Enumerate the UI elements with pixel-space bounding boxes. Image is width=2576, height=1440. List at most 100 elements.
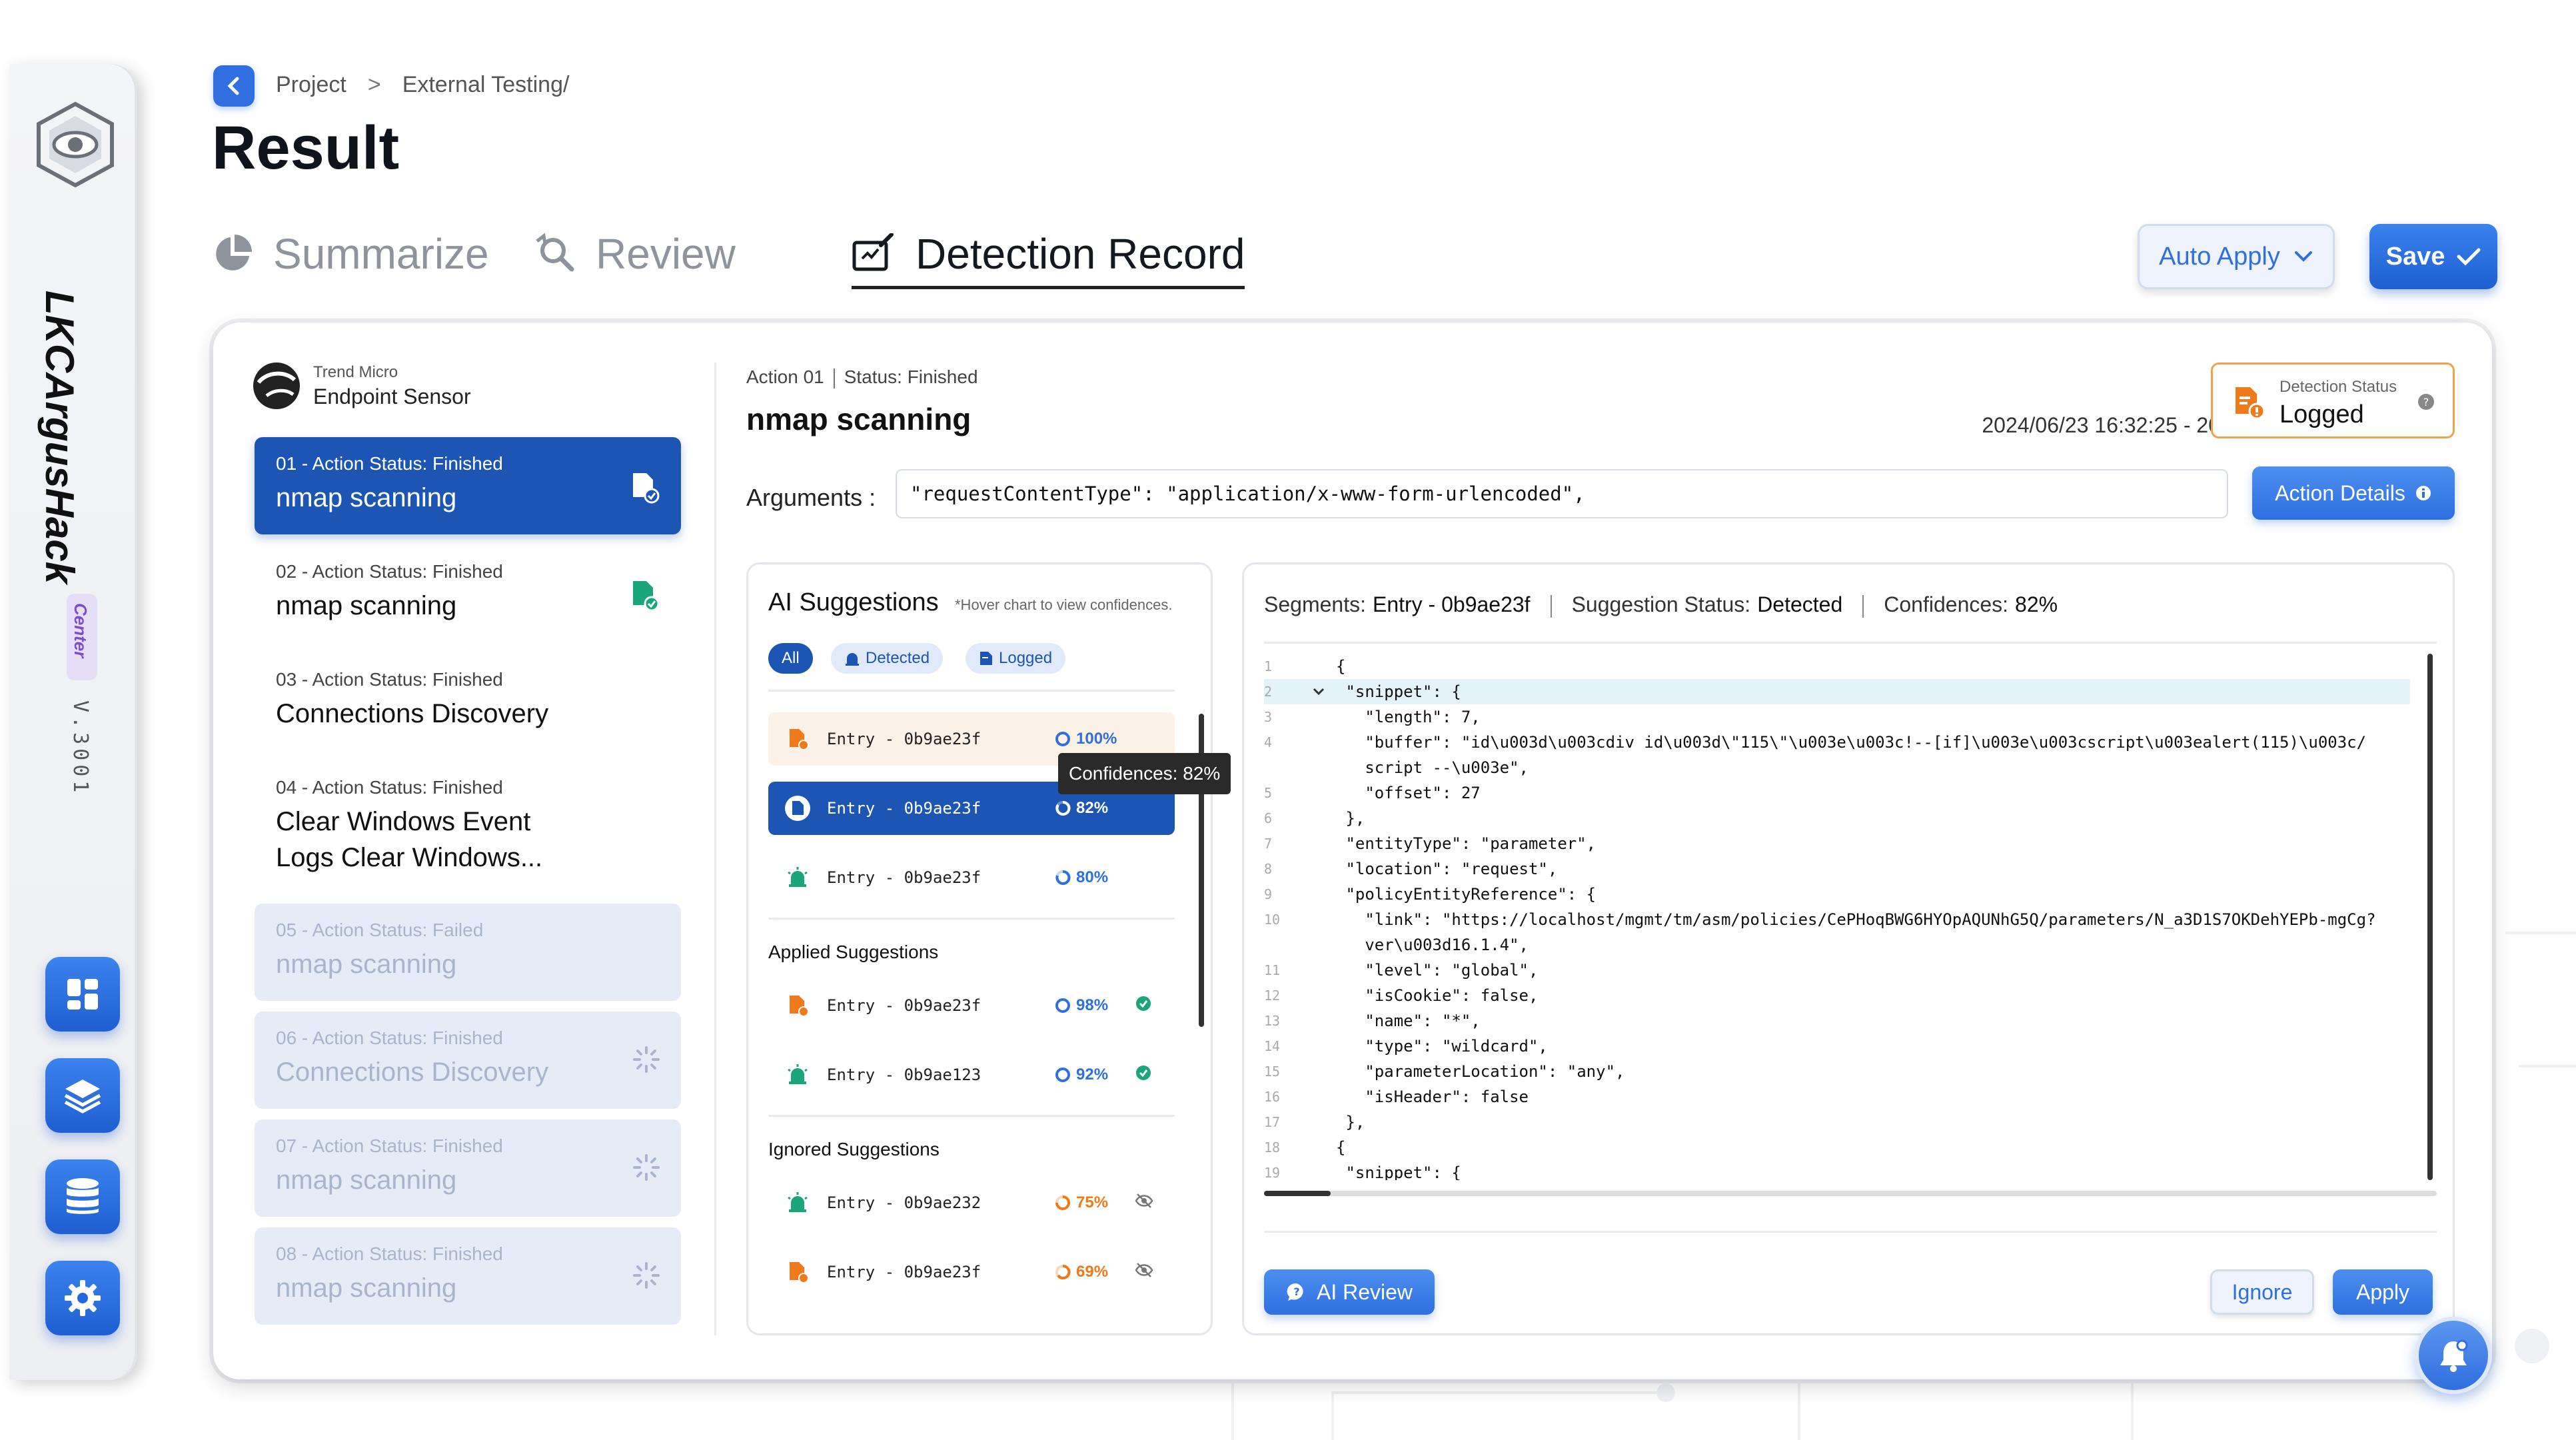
- action-item-08[interactable]: 08 - Action Status: Finished nmap scanni…: [255, 1227, 681, 1325]
- progress-ring-icon: [1055, 1068, 1070, 1082]
- progress-ring-icon: [1055, 1265, 1071, 1279]
- code-text: "location": "request",: [1336, 860, 1558, 878]
- action-meta: 01 - Action Status: Finished: [276, 453, 503, 474]
- action-item-03[interactable]: 03 - Action Status: Finished Connections…: [255, 653, 681, 750]
- suggestion-entry: Entry - 0b9ae23f: [827, 799, 981, 818]
- breadcrumb-external-testing[interactable]: External Testing/: [402, 72, 570, 97]
- tab-summarize[interactable]: Summarize: [212, 224, 489, 284]
- loading-icon: [632, 1045, 661, 1078]
- auto-apply-dropdown[interactable]: Auto Apply: [2138, 224, 2335, 289]
- confidence-tooltip: Confidences: 82%: [1058, 753, 1231, 794]
- suggestion-entry: Entry - 0b9ae23f: [827, 868, 981, 887]
- action-name: Connections Discovery: [276, 699, 549, 728]
- logged-file-icon: [782, 723, 814, 755]
- filter-all[interactable]: All: [768, 643, 813, 674]
- ignored-suggestion-item[interactable]: Entry - 0b9ae23f 69%: [768, 1245, 1175, 1299]
- action-meta: 02 - Action Status: Finished: [276, 561, 503, 582]
- code-vertical-scrollbar[interactable]: [2427, 654, 2433, 1180]
- code-horizontal-scrollbar[interactable]: [1264, 1191, 2437, 1196]
- filter-all-label: All: [782, 649, 800, 667]
- ai-review-label: AI Review: [1316, 1279, 1413, 1304]
- action-item-06[interactable]: 06 - Action Status: Finished Connections…: [255, 1012, 681, 1109]
- line-number: 3: [1264, 709, 1273, 725]
- fold-chevron-icon[interactable]: [1312, 687, 1325, 696]
- check-icon: [2457, 248, 2481, 266]
- help-icon[interactable]: ?: [2417, 392, 2435, 411]
- dashboard-button[interactable]: [45, 957, 120, 1032]
- pie-chart-icon: [216, 235, 252, 271]
- database-button[interactable]: [45, 1159, 120, 1234]
- action-item-07[interactable]: 07 - Action Status: Finished nmap scanni…: [255, 1119, 681, 1217]
- back-button[interactable]: [213, 65, 255, 107]
- progress-ring-icon: [1055, 1195, 1070, 1210]
- code-line: 6 },: [1264, 806, 2410, 831]
- action-item-01[interactable]: 01 - Action Status: Finished nmap scanni…: [255, 437, 681, 534]
- code-text: "entityType": "parameter",: [1336, 834, 1597, 853]
- tab-detection-record[interactable]: Detection Record: [852, 224, 1245, 289]
- ai-review-button[interactable]: ? AI Review: [1264, 1269, 1435, 1315]
- line-number: 9: [1264, 886, 1273, 902]
- code-line: 13 "name": "*",: [1264, 1008, 2410, 1034]
- code-text: {: [1336, 657, 1346, 676]
- alarm-icon: [782, 1187, 814, 1219]
- loading-icon: [632, 1153, 661, 1185]
- filter-logged[interactable]: Logged: [966, 643, 1066, 674]
- suggestion-item[interactable]: Entry - 0b9ae23f 80%: [768, 851, 1175, 904]
- brand-name: LKCArgusHack: [37, 291, 82, 584]
- save-button[interactable]: Save: [2369, 224, 2497, 289]
- segments-value: Entry - 0b9ae23f: [1372, 592, 1531, 616]
- ignore-button[interactable]: Ignore: [2210, 1269, 2314, 1315]
- suggestion-confidence: 80%: [1055, 868, 1108, 887]
- code-viewer[interactable]: 1{2 "snippet": {3 "length": 7, 4 "buffer"…: [1264, 654, 2410, 1180]
- layers-button[interactable]: [45, 1058, 120, 1133]
- result-card: Trend Micro Endpoint Sensor 01 - Action …: [213, 323, 2492, 1379]
- action-item-04[interactable]: 04 - Action Status: Finished Clear Windo…: [255, 761, 681, 894]
- applied-suggestion-item[interactable]: Entry - 0b9ae23f 98%: [768, 979, 1175, 1032]
- segments-label: Segments:: [1264, 592, 1366, 616]
- line-number: 4: [1264, 734, 1273, 750]
- column-divider: [714, 362, 716, 1335]
- brand-badge-label: Center: [71, 603, 91, 658]
- code-text: "snippet": {: [1336, 1163, 1461, 1180]
- filter-detected[interactable]: Detected: [831, 643, 944, 674]
- check-circle-icon: [1135, 1064, 1152, 1085]
- file-check-icon: [628, 578, 661, 615]
- sensor-vendor: Trend Micro: [313, 362, 398, 381]
- settings-button[interactable]: [45, 1261, 120, 1335]
- action-name: nmap scanning: [276, 950, 457, 979]
- apply-button[interactable]: Apply: [2333, 1269, 2433, 1315]
- applied-suggestion-item[interactable]: Entry - 0b9ae123 92%: [768, 1048, 1175, 1101]
- edit-box-icon: [852, 233, 894, 271]
- log-file-icon: [980, 652, 992, 665]
- segment-summary: Segments: Entry - 0b9ae23f Suggestion Stat…: [1264, 592, 2058, 618]
- breadcrumb-project[interactable]: Project: [276, 72, 346, 97]
- code-text: "buffer": "id\u003d\u003cdiv id\u003d\"1…: [1336, 733, 2367, 752]
- code-text: "isCookie": false,: [1336, 986, 1539, 1005]
- action-item-02[interactable]: 02 - Action Status: Finished nmap scanni…: [255, 545, 681, 642]
- code-line: 1{: [1264, 654, 2410, 679]
- line-number: 17: [1264, 1114, 1281, 1130]
- suggestion-confidence: 98%: [1055, 996, 1108, 1015]
- logged-file-icon: [782, 1256, 814, 1288]
- arguments-field[interactable]: "requestContentType": "application/x-www…: [896, 469, 2228, 518]
- suggestion-entry: Entry - 0b9ae232: [827, 1193, 981, 1212]
- tab-detection-record-label: Detection Record: [916, 230, 1245, 278]
- code-line: 15 "parameterLocation": "any",: [1264, 1059, 2410, 1084]
- code-line: 7 "entityType": "parameter",: [1264, 831, 2410, 856]
- code-text: "policyEntityReference": {: [1336, 885, 1597, 904]
- action-item-05[interactable]: 05 - Action Status: Failed nmap scanning: [255, 904, 681, 1001]
- code-line: 9 "policyEntityReference": {: [1264, 882, 2410, 907]
- divider: [768, 1115, 1175, 1117]
- notification-button[interactable]: [2415, 1317, 2492, 1394]
- action-meta: 05 - Action Status: Failed: [276, 920, 484, 940]
- bell-icon: [2440, 1339, 2468, 1372]
- dashboard-icon: [67, 979, 98, 1010]
- code-line: 16 "isHeader": false: [1264, 1084, 2410, 1109]
- version-label: V.3001: [69, 700, 92, 797]
- tab-review[interactable]: Review: [534, 224, 736, 284]
- ignored-suggestion-item[interactable]: Entry - 0b9ae232 75%: [768, 1176, 1175, 1229]
- svg-text:?: ?: [2423, 396, 2429, 408]
- ignored-suggestions-title: Ignored Suggestions: [768, 1139, 940, 1159]
- action-meta: 06 - Action Status: Finished: [276, 1028, 503, 1048]
- action-details-button[interactable]: Action Details: [2252, 466, 2455, 520]
